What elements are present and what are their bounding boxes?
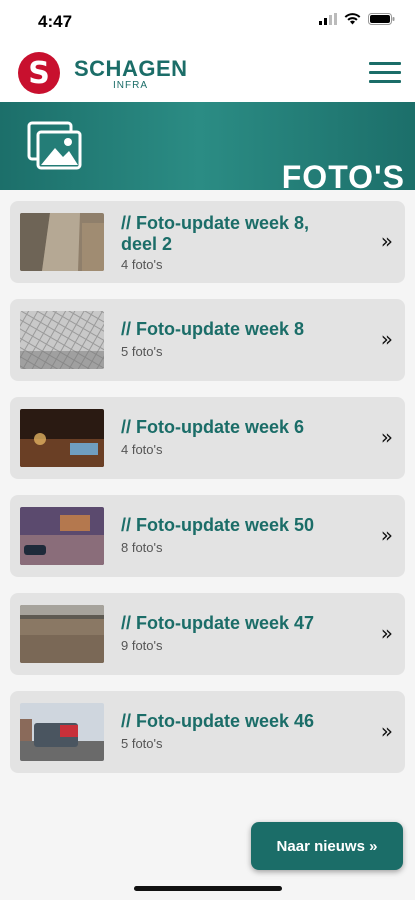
brand-subtitle: INFRA <box>113 80 148 91</box>
battery-icon <box>368 13 395 25</box>
app-header: S SCHAGEN INFRA <box>0 44 415 102</box>
album-card[interactable]: // Foto-update week 8, deel 2 4 foto's » <box>10 201 405 283</box>
album-photo-count: 4 foto's <box>121 257 163 272</box>
status-icons <box>319 13 395 25</box>
signal-icon <box>319 13 337 25</box>
news-button[interactable]: Naar nieuws » <box>251 822 403 870</box>
album-photo-count: 9 foto's <box>121 638 163 653</box>
page-title: FOTO'S <box>281 159 405 195</box>
album-thumbnail <box>20 605 104 663</box>
home-indicator <box>134 886 282 891</box>
album-title: // Foto-update week 47 <box>121 613 315 633</box>
hamburger-menu-icon[interactable] <box>369 62 401 84</box>
album-card[interactable]: // Foto-update week 46 5 foto's » <box>10 691 405 773</box>
album-card[interactable]: // Foto-update week 47 9 foto's » <box>10 593 405 675</box>
album-thumbnail <box>20 409 104 467</box>
album-title: // Foto-update week 50 <box>121 515 315 535</box>
chevron-right-icon: » <box>380 621 393 645</box>
wifi-icon <box>344 13 361 25</box>
chevron-right-icon: » <box>380 229 393 253</box>
album-title: // Foto-update week 8, deel 2 <box>121 213 310 254</box>
chevron-right-icon: » <box>380 719 393 743</box>
album-thumbnail <box>20 703 104 761</box>
album-card[interactable]: // Foto-update week 6 4 foto's » <box>10 397 405 479</box>
schagen-logo[interactable]: S <box>18 52 60 94</box>
album-card[interactable]: // Foto-update week 8 5 foto's » <box>10 299 405 381</box>
album-thumbnail <box>20 507 104 565</box>
album-title: // Foto-update week 8 <box>121 319 305 339</box>
album-list: // Foto-update week 8, deel 2 4 foto's »… <box>10 201 405 789</box>
album-title: // Foto-update week 6 <box>121 417 305 437</box>
chevron-right-icon: » <box>380 523 393 547</box>
album-photo-count: 5 foto's <box>121 736 163 751</box>
album-thumbnail <box>20 213 104 271</box>
chevron-right-icon: » <box>380 327 393 351</box>
album-photo-count: 8 foto's <box>121 540 163 555</box>
status-time: 4:47 <box>38 12 73 31</box>
album-card[interactable]: // Foto-update week 50 8 foto's » <box>10 495 405 577</box>
album-title: // Foto-update week 46 <box>121 711 315 731</box>
album-thumbnail <box>20 311 104 369</box>
photos-icon <box>27 121 82 170</box>
brand-name: SCHAGEN <box>74 56 188 81</box>
page-banner: FOTO'S <box>0 102 415 195</box>
status-bar: 4:47 <box>0 0 415 44</box>
chevron-right-icon: » <box>380 425 393 449</box>
logo-letter: S <box>28 55 50 91</box>
album-photo-count: 5 foto's <box>121 344 163 359</box>
album-photo-count: 4 foto's <box>121 442 163 457</box>
